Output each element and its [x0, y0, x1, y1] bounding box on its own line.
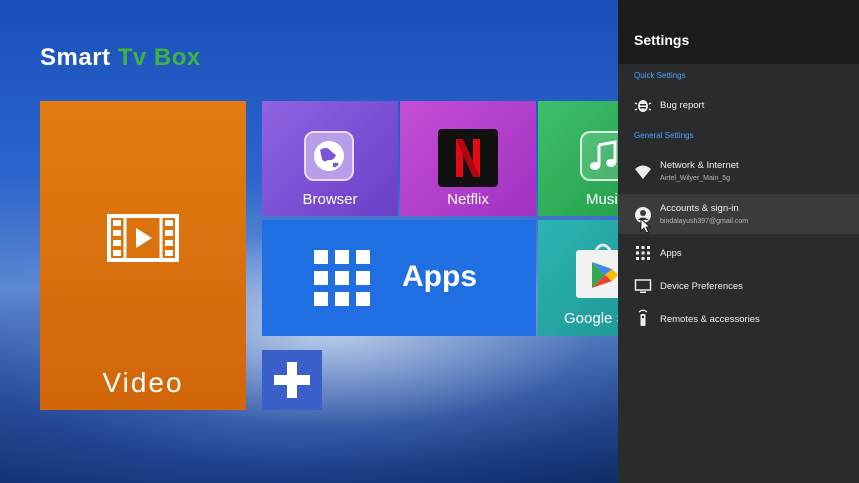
- settings-item-subtitle: bindalayush397@gmail.com: [660, 218, 749, 225]
- plus-icon: [274, 362, 310, 398]
- browser-tile-label: Browser: [302, 191, 358, 208]
- quick-settings-label: Quick Settings: [634, 71, 686, 80]
- google-play-tile-label: Google S: [564, 310, 618, 327]
- settings-panel: Settings Quick Settings Bug report Gener…: [618, 0, 859, 483]
- grid-icon: [314, 250, 370, 306]
- music-tile[interactable]: Music: [538, 101, 618, 216]
- music-note-icon: [580, 131, 618, 181]
- netflix-tile-label: Netflix: [447, 191, 489, 208]
- settings-title: Settings: [634, 32, 690, 48]
- bug-icon: [634, 100, 652, 112]
- apps-tile[interactable]: Apps: [262, 220, 536, 336]
- settings-item-label: Apps: [660, 248, 682, 259]
- settings-item-label: Remotes & accessories: [660, 314, 760, 325]
- play-store-icon: [576, 243, 618, 298]
- apps-grid-icon: [636, 246, 650, 260]
- netflix-n-icon: [438, 129, 498, 187]
- settings-item-accounts[interactable]: Accounts & sign-in bindalayush397@gmail.…: [618, 194, 859, 234]
- netflix-tile[interactable]: Netflix: [400, 101, 536, 216]
- video-tile-label: Video: [102, 367, 184, 398]
- brand-title-accent: Tv Box: [117, 44, 201, 71]
- wifi-icon: [635, 165, 651, 179]
- video-tile[interactable]: Video: [40, 101, 246, 410]
- settings-item-label: Network & Internet: [660, 160, 739, 171]
- settings-item-network[interactable]: Network & Internet Airtel_Wilyer_Main_5g: [618, 150, 859, 190]
- settings-item-label: Accounts & sign-in: [660, 203, 739, 214]
- mouse-cursor-icon: [640, 218, 652, 234]
- globe-icon: [304, 131, 354, 181]
- apps-tile-label: Apps: [402, 260, 477, 293]
- google-play-tile[interactable]: Google S: [538, 220, 618, 336]
- brand-title: Smart Tv Box: [40, 44, 201, 72]
- video-film-icon: [107, 214, 179, 262]
- remote-icon: [638, 309, 648, 326]
- settings-item-label: Bug report: [660, 100, 705, 111]
- music-tile-label: Music: [586, 191, 618, 208]
- browser-tile[interactable]: Browser: [262, 101, 398, 216]
- settings-item-bug-report[interactable]: Bug report: [618, 85, 859, 125]
- settings-item-label: Device Preferences: [660, 281, 743, 292]
- add-app-tile[interactable]: [262, 350, 322, 410]
- brand-title-main: Smart: [40, 44, 118, 71]
- settings-item-subtitle: Airtel_Wilyer_Main_5g: [660, 175, 731, 182]
- settings-item-remotes[interactable]: Remotes & accessories: [618, 299, 859, 339]
- general-settings-label: General Settings: [634, 131, 694, 140]
- tv-icon: [634, 279, 652, 293]
- settings-header: Settings: [618, 0, 859, 64]
